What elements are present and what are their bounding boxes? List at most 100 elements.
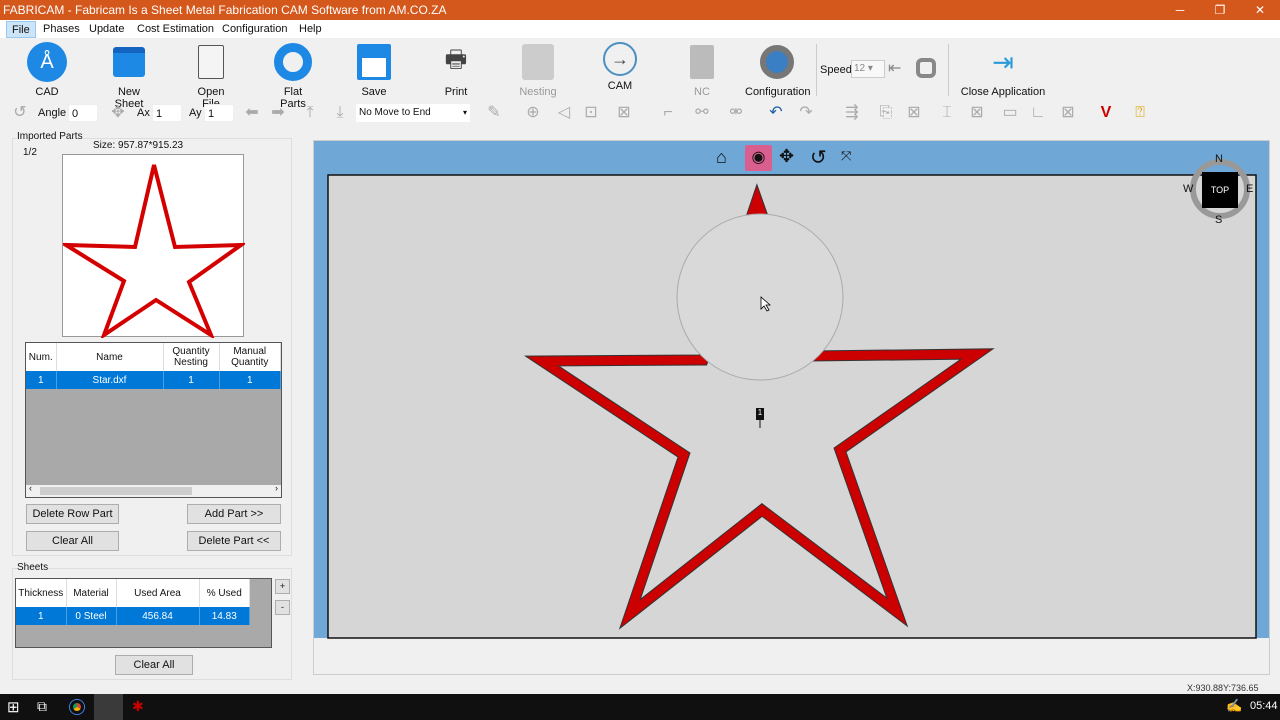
minimize-button[interactable]: ─ [1160,0,1200,20]
stop-icon[interactable] [916,58,936,78]
step-back-icon[interactable]: ⇤ [888,58,901,78]
close-button[interactable]: ✕ [1240,0,1280,20]
coordinates-readout: X:930.88Y:736.65 [1187,683,1259,693]
close-application-button[interactable]: ⇥ Close Application [960,42,1046,99]
configuration-button[interactable]: Configuration [745,42,810,98]
app-taskbar-icon[interactable]: ✱ [132,698,144,715]
menu-help[interactable]: Help [294,21,327,38]
arrow-top-icon[interactable]: ⤒ [300,103,320,123]
gear-icon [757,42,797,82]
nc-box-icon[interactable]: ⊠ [614,103,634,123]
new-sheet-icon [109,42,149,82]
nesting-button[interactable]: Nesting [517,42,559,98]
bracket-icon[interactable]: ⌶ [937,103,957,123]
clear-all-parts-button[interactable]: Clear All [26,531,119,551]
delete-box-icon[interactable]: ⊠ [904,103,924,123]
triangle-icon[interactable]: ◁ [554,103,574,123]
link-icon[interactable]: ⚯ [692,103,712,123]
menu-phases[interactable]: Phases [38,21,85,38]
cam-button[interactable]: → CAM [600,42,640,92]
page-indicator: 1/2 [23,147,37,158]
flat-parts-button[interactable]: Flat Parts [270,42,316,110]
frame-icon[interactable]: ⊡ [581,103,601,123]
compass-s[interactable]: S [1215,214,1222,226]
add-sheet-button[interactable]: + [275,579,290,594]
taskbar: ⊞ ⧉ ✱ ✍ 05:44 [0,694,1280,720]
move-select[interactable]: No Move to End ▾ [356,104,470,122]
task-view-icon[interactable]: ⧉ [37,698,47,715]
canvas-area[interactable] [313,140,1270,675]
menu-file[interactable]: File [6,21,36,38]
menu-cost-estimation[interactable]: Cost Estimation [132,21,219,38]
angle-input[interactable]: 0 [68,104,98,122]
delete-row-part-button[interactable]: Delete Row Part [26,504,119,524]
restore-button[interactable]: ❐ [1200,0,1240,20]
ay-input[interactable]: 1 [204,104,234,122]
open-file-button[interactable]: Open File [188,42,234,110]
angle-icon[interactable]: ∟ [1028,103,1048,123]
col-qty-nesting: Quantity Nesting [163,343,220,371]
speed-label: Speed [820,64,852,76]
add-circle-icon[interactable]: ⊕ [523,103,543,123]
pen-icon[interactable]: ✎ [484,103,504,123]
compass-n[interactable]: N [1215,153,1223,165]
nc-button[interactable]: NC [682,42,722,98]
cross-box-icon[interactable]: ⊠ [967,103,987,123]
part-number: 1 [757,408,763,417]
rotate-view-icon[interactable]: ↺ [810,145,827,170]
link-box-icon[interactable]: ⚮ [726,103,746,123]
print-button[interactable]: 🖶 Print [436,42,476,99]
chrome-icon[interactable] [70,700,84,714]
compass-w[interactable]: W [1183,183,1193,195]
arrow-right-circle-icon: → [603,42,637,76]
sheets-table: Thickness Material Used Area% Used 10 Stee… [15,578,272,648]
corner-icon[interactable]: ⌐ [658,103,678,123]
window-title: FABRICAM - Fabricam Is a Sheet Metal Fab… [3,3,447,17]
table-row[interactable]: 10 Steel 456.84 14.83 [16,607,250,625]
v-icon[interactable]: V [1096,103,1116,123]
delete-part-button[interactable]: Delete Part << [187,531,281,551]
insert-icon[interactable]: ⇶ [842,103,862,123]
export-icon[interactable]: ⎘ [876,103,896,123]
target-icon[interactable]: ◉ [745,145,772,171]
star-preview [58,164,248,341]
home-icon[interactable]: ⌂ [716,147,727,168]
fabricam-taskbar-icon[interactable] [94,694,123,720]
speed-select[interactable]: 12 ▾ [851,60,885,78]
pan-icon[interactable]: ✥ [779,146,794,167]
new-sheet-button[interactable]: New Sheet [104,42,154,110]
menu-bar: File Phases Update Cost Estimation Confi… [0,20,1280,38]
table-row[interactable]: 1 Star.dxf 1 1 [26,371,281,389]
compass-e[interactable]: E [1246,183,1253,195]
measure-help-icon[interactable]: ⍰ [1130,103,1150,123]
remove-sheet-button[interactable]: - [275,600,290,615]
fit-view-icon[interactable]: ⤧ [841,148,851,164]
arrow-bottom-icon[interactable]: ⤓ [330,103,350,123]
save-button[interactable]: Save [354,42,394,98]
clock[interactable]: 05:44 [1250,700,1278,712]
add-part-button[interactable]: Add Part >> [187,504,281,524]
arrow-left-icon[interactable]: ⬅ [242,103,262,123]
rotate-icon[interactable]: ↺ [10,103,30,123]
cad-button[interactable]: Å CAD [27,42,67,98]
title-bar: FABRICAM - Fabricam Is a Sheet Metal Fab… [0,0,1280,20]
col-name: Name [56,343,164,371]
pen-tray-icon[interactable]: ✍ [1226,698,1242,714]
clear-all-sheets-button[interactable]: Clear All [115,655,193,675]
windows-start-icon[interactable]: ⊞ [7,698,20,716]
x-box-icon[interactable]: ⊠ [1058,103,1078,123]
arrow-right-icon[interactable]: ➡ [268,103,288,123]
horizontal-scrollbar[interactable]: ‹ › [26,483,281,497]
redo-icon[interactable]: ↷ [796,103,816,123]
col-manual-qty: Manual Quantity [219,343,281,371]
ax-input[interactable]: 1 [152,104,182,122]
view-top-button[interactable]: TOP [1202,172,1238,208]
menu-configuration[interactable]: Configuration [217,21,292,38]
angle-label: Angle [38,107,67,119]
sheets-title: Sheets [17,562,49,573]
move-icon[interactable]: ✥ [108,103,128,123]
printer-icon: 🖶 [444,45,468,73]
window-icon[interactable]: ▭ [1000,103,1020,123]
undo-icon[interactable]: ↶ [766,103,786,123]
menu-update[interactable]: Update [84,21,129,38]
